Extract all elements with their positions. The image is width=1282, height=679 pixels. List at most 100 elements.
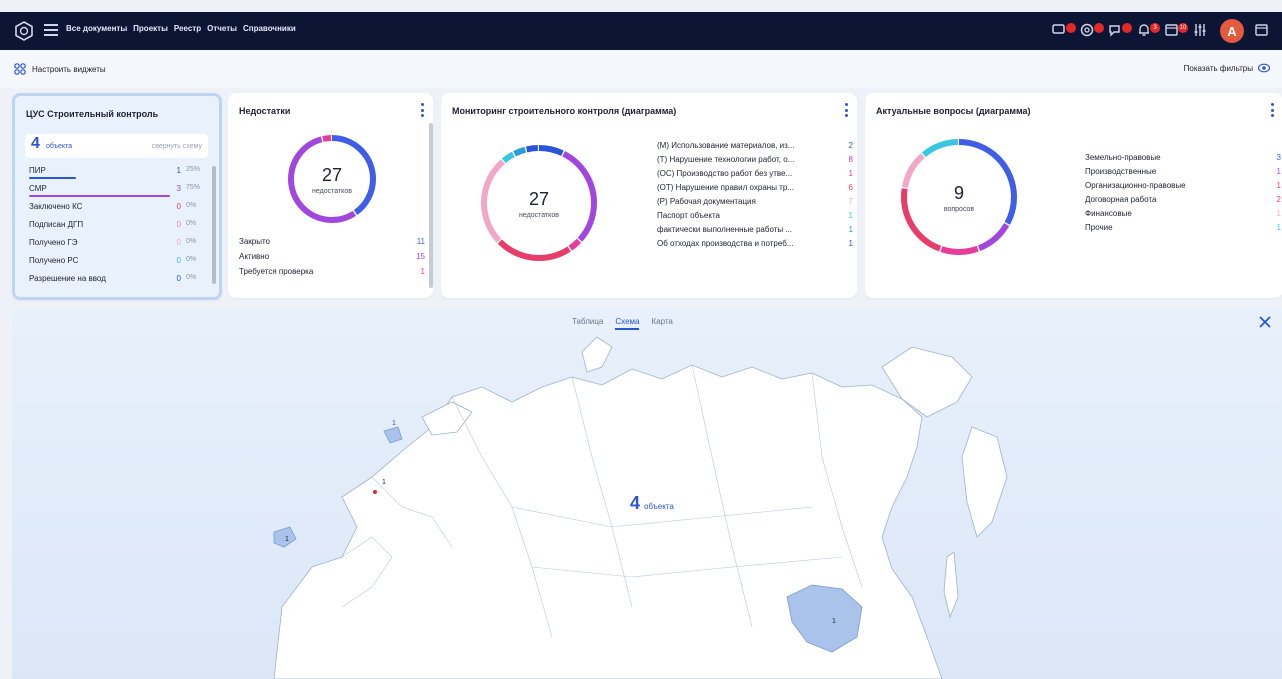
legend-item[interactable]: Земельно-правовые 3 xyxy=(1085,153,1281,162)
legend-value: 1 xyxy=(1276,181,1281,190)
legend-label: Договорная работа xyxy=(1085,195,1157,204)
legend-label: (М) Использование материалов, из... xyxy=(657,141,795,150)
stage-row[interactable]: Разрешение на ввод 0 0% xyxy=(29,274,209,290)
comments-button[interactable] xyxy=(1108,22,1132,40)
legend-item[interactable]: Активно 15 xyxy=(239,252,425,261)
legend-label: (Р) Рабочая документация xyxy=(657,197,756,206)
legend-item[interactable]: Прочие 1 xyxy=(1085,223,1281,232)
legend-label: Финансовые xyxy=(1085,209,1132,218)
legend-item[interactable]: (ОС) Производство работ без утве... 1 xyxy=(657,169,853,178)
stage-percent: 0% xyxy=(186,220,197,227)
map-marker-count[interactable]: 1 xyxy=(285,536,289,543)
hamburger-menu-icon[interactable] xyxy=(44,24,58,36)
app-logo-icon[interactable] xyxy=(14,21,34,41)
badge-dot xyxy=(1122,23,1132,33)
donut-total: 27 xyxy=(529,189,549,209)
legend-label: Организационно-правовые xyxy=(1085,181,1186,190)
stage-percent: 0% xyxy=(186,274,197,281)
stage-row[interactable]: Получено РС 0 0% xyxy=(29,256,209,272)
messages-button[interactable] xyxy=(1052,22,1076,40)
legend-item[interactable]: Закрыто 11 xyxy=(239,237,425,246)
notifications-count: 3 xyxy=(1150,23,1160,33)
stage-label: СМР xyxy=(29,184,47,193)
stage-row[interactable]: Заключено КС 0 0% xyxy=(29,202,209,218)
legend-value: 15 xyxy=(416,252,425,261)
stage-count: 3 xyxy=(176,184,181,193)
actual-issues-card: Актуальные вопросы (диаграмма) 9 вопросов… xyxy=(865,93,1282,298)
legend-label: (Т) Нарушение технологии работ, о... xyxy=(657,155,795,164)
scrollbar[interactable] xyxy=(429,123,433,288)
legend-label: Прочие xyxy=(1085,223,1113,232)
show-filters-button[interactable]: Показать фильтры xyxy=(1184,63,1270,73)
calendar-icon xyxy=(1255,24,1268,36)
legend-value: 2 xyxy=(848,141,853,150)
legend-item[interactable]: фактически выполненные работы ... 1 xyxy=(657,225,853,234)
nav-directories[interactable]: Справочники xyxy=(243,24,296,33)
stage-row[interactable]: СМР 3 75% xyxy=(29,184,209,200)
legend-item[interactable]: Организационно-правовые 1 xyxy=(1085,181,1281,190)
defects-card: Недостатки 27 недостатков Закрыто 11 Активн… xyxy=(228,93,433,298)
stage-label: Получено РС xyxy=(29,256,79,265)
nav-projects[interactable]: Проекты xyxy=(133,24,168,33)
donut-total: 27 xyxy=(322,165,342,185)
stage-count: 0 xyxy=(176,220,181,229)
legend-item[interactable]: Об отходах производства и потреб... 1 xyxy=(657,239,853,248)
stage-count: 1 xyxy=(176,166,181,175)
map-marker-dot[interactable] xyxy=(373,490,377,494)
grid-icon xyxy=(14,63,26,75)
stage-percent: 25% xyxy=(186,166,201,173)
map-objects-label: объекта xyxy=(644,502,674,511)
legend-value: 1 xyxy=(1276,167,1281,176)
nav-reports[interactable]: Отчеты xyxy=(207,24,237,33)
collapse-scheme-link[interactable]: свернуть схему xyxy=(152,143,202,150)
card-menu-icon[interactable] xyxy=(1271,103,1275,117)
legend-item[interactable]: (М) Использование материалов, из... 2 xyxy=(657,141,853,150)
donut-total-label: недостатков xyxy=(312,188,352,195)
legend-item[interactable]: Паспорт объекта 1 xyxy=(657,211,853,220)
nav-all-documents[interactable]: Все документы xyxy=(66,24,127,33)
legend-item[interactable]: (ОТ) Нарушение правил охраны тр... 6 xyxy=(657,183,853,192)
legend-item[interactable]: (Т) Нарушение технологии работ, о... 8 xyxy=(657,155,853,164)
scrollbar[interactable] xyxy=(212,166,216,284)
main-nav: Все документы Проекты Реестр Отчеты Спра… xyxy=(66,24,296,33)
calendar-button[interactable]: 10 xyxy=(1164,22,1188,40)
legend-label: Земельно-правовые xyxy=(1085,153,1161,162)
legend-item[interactable]: Финансовые 1 xyxy=(1085,209,1281,218)
configure-widgets-button[interactable]: Настроить виджеты xyxy=(14,63,106,75)
legend-value: 1 xyxy=(848,169,853,178)
stage-count: 0 xyxy=(176,274,181,283)
monitoring-donut-chart: 27 недостатков xyxy=(481,145,597,261)
objects-count-label: объекта xyxy=(46,143,73,150)
mentions-button[interactable] xyxy=(1080,22,1104,40)
map-marker-count[interactable]: 1 xyxy=(392,420,396,427)
map-kamchatka xyxy=(961,426,1008,538)
legend-label: Производственные xyxy=(1085,167,1157,176)
settings-sliders-button[interactable] xyxy=(1192,22,1210,40)
user-avatar[interactable]: A xyxy=(1220,19,1244,43)
legend-value: 1 xyxy=(848,211,853,220)
map-marker-count[interactable]: 1 xyxy=(382,479,386,486)
stage-row[interactable]: ПИР 1 25% xyxy=(29,166,209,182)
card-menu-icon[interactable] xyxy=(845,103,849,117)
stage-row[interactable]: Подписан ДГП 0 0% xyxy=(29,220,209,236)
legend-item[interactable]: Требуется проверка 1 xyxy=(239,267,425,276)
donut-total: 9 xyxy=(954,183,964,203)
map-marker-count[interactable]: 1 xyxy=(832,618,836,625)
nav-registry[interactable]: Реестр xyxy=(174,24,201,33)
stage-label: Подписан ДГП xyxy=(29,220,84,229)
stage-row[interactable]: Получено ГЭ 0 0% xyxy=(29,238,209,254)
sliders-icon xyxy=(1194,24,1206,36)
legend-item[interactable]: Производственные 1 xyxy=(1085,167,1281,176)
issues-donut-chart: 9 вопросов xyxy=(901,139,1017,255)
legend-item[interactable]: (Р) Рабочая документация 7 xyxy=(657,197,853,206)
stage-percent: 0% xyxy=(186,238,197,245)
calendar-side-button[interactable] xyxy=(1254,22,1272,40)
notifications-button[interactable]: 3 xyxy=(1136,22,1160,40)
map-sakhalin xyxy=(943,551,959,619)
badge-dot xyxy=(1094,23,1104,33)
legend-item[interactable]: Договорная работа 2 xyxy=(1085,195,1281,204)
legend-label: Паспорт объекта xyxy=(657,211,720,220)
legend-value: 11 xyxy=(416,237,425,246)
stage-progress-bar xyxy=(29,195,170,197)
legend-value: 7 xyxy=(848,197,853,206)
